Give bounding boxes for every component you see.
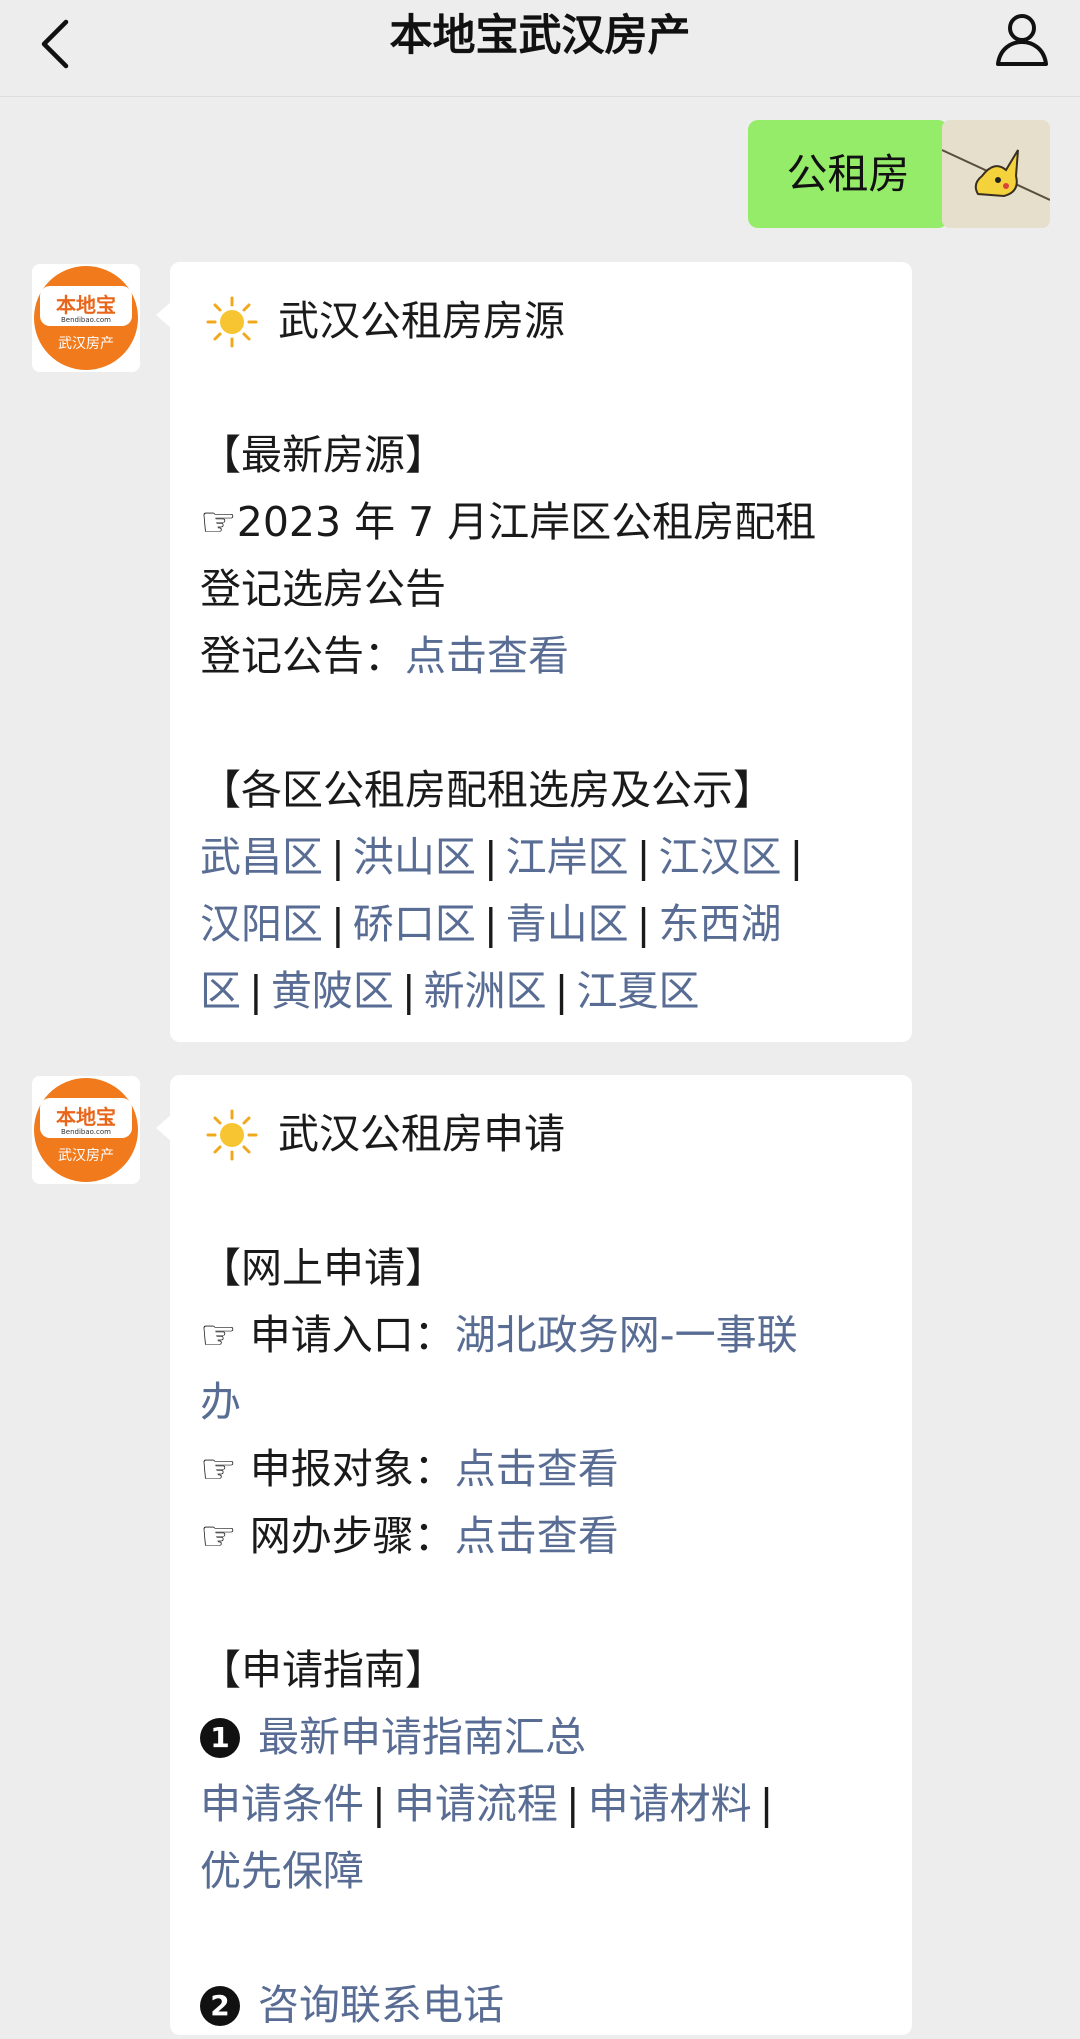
sun-icon [206, 1109, 258, 1160]
district-link-jianghan[interactable]: 江汉区 [658, 833, 781, 881]
steps-row: ☞ 网办步骤：点击查看 [200, 1503, 882, 1570]
contact-phone-link[interactable]: 咨询联系电话 [258, 1981, 504, 2029]
section-title: 【最新房源】 [200, 431, 446, 479]
svg-text:本地宝: 本地宝 [56, 293, 116, 317]
district-links-row-2: 汉阳区 | 硚口区 | 青山区 | 东西湖 [200, 900, 782, 948]
svg-text:Bendibao.com: Bendibao.com [61, 316, 111, 324]
bot-avatar[interactable]: 本地宝 Bendibao.com 武汉房产 [32, 264, 140, 372]
notice-link[interactable]: 点击查看 [405, 632, 569, 680]
section-title: 【各区公租房配租选房及公示】 [200, 766, 774, 814]
target-label: ☞ 申报对象： [200, 1445, 455, 1493]
person-icon [996, 14, 1048, 66]
section-title: 【申请指南】 [200, 1646, 446, 1694]
page-title: 本地宝武汉房产 [389, 11, 691, 61]
district-link-xinzhou[interactable]: 新洲区 [424, 967, 547, 1015]
svg-text:武汉房产: 武汉房产 [58, 336, 114, 352]
guide-link-materials[interactable]: 申请材料 [588, 1780, 752, 1828]
guide-link-conditions[interactable]: 申请条件 [200, 1780, 364, 1828]
district-links-row-3: 区 | 黄陂区 | 新洲区 | 江夏区 [200, 967, 700, 1015]
bot-avatar[interactable]: 本地宝 Bendibao.com 武汉房产 [32, 1076, 140, 1184]
district-link-huangpi[interactable]: 黄陂区 [271, 967, 394, 1015]
entry-link-cont[interactable]: 办 [200, 1378, 241, 1426]
guide-link-priority[interactable]: 优先保障 [200, 1847, 364, 1895]
target-link[interactable]: 点击查看 [455, 1445, 619, 1493]
guide-summary-link[interactable]: 最新申请指南汇总 [258, 1713, 586, 1761]
district-link-dongxihu-cont[interactable]: 区 [200, 967, 241, 1015]
section-title: 【网上申请】 [200, 1244, 446, 1292]
entry-link[interactable]: 湖北政务网-一事联 [455, 1311, 798, 1359]
bendibao-logo-icon: 本地宝 Bendibao.com 武汉房产 [32, 1076, 140, 1184]
target-row: ☞ 申报对象：点击查看 [200, 1436, 882, 1503]
steps-link[interactable]: 点击查看 [455, 1512, 619, 1560]
entry-label: ☞ 申请入口： [200, 1311, 455, 1359]
district-link-jiangan[interactable]: 江岸区 [506, 833, 629, 881]
guide-links-row: 申请条件 | 申请流程 | 申请材料 | [200, 1780, 774, 1828]
svg-text:本地宝: 本地宝 [56, 1105, 116, 1129]
notice-label: 登记公告： [200, 632, 405, 680]
district-link-hanyang[interactable]: 汉阳区 [200, 900, 323, 948]
card-title: 武汉公租房房源 [278, 297, 565, 345]
notice-row: 登记公告：点击查看 [200, 623, 882, 690]
pikachu-avatar-icon [942, 120, 1050, 228]
guide-link-process[interactable]: 申请流程 [394, 1780, 558, 1828]
number-two-icon: 2 [200, 1986, 240, 2026]
sent-message-bubble[interactable]: 公租房 [748, 120, 962, 228]
latest-notice-text: ☞2023 年 7 月江岸区公租房配租 [200, 498, 817, 546]
steps-label: ☞ 网办步骤： [200, 1512, 455, 1560]
card-heading: 武汉公租房申请 [200, 1101, 882, 1168]
district-link-hongshan[interactable]: 洪山区 [353, 833, 476, 881]
district-link-jiangxia[interactable]: 江夏区 [576, 967, 699, 1015]
card-housing-sources: 武汉公租房房源 【最新房源】 ☞2023 年 7 月江岸区公租房配租 登记选房公… [156, 262, 912, 1042]
guide-row-1: 1 最新申请指南汇总 [200, 1704, 882, 1771]
nav-bar: 本地宝武汉房产 [0, 0, 1080, 97]
entry-row-cont: 办 [200, 1369, 882, 1436]
user-avatar[interactable] [942, 120, 1050, 228]
guide-row-2: 2 咨询联系电话 [200, 1972, 882, 2039]
district-link-wuchang[interactable]: 武昌区 [200, 833, 323, 881]
card-title: 武汉公租房申请 [278, 1110, 565, 1158]
district-link-qingshan[interactable]: 青山区 [506, 900, 629, 948]
card-housing-application: 武汉公租房申请 【网上申请】 ☞ 申请入口：湖北政务网-一事联 办 ☞ 申报对象… [156, 1075, 912, 2035]
sun-icon [206, 296, 258, 347]
district-links-row-1: 武昌区 | 洪山区 | 江岸区 | 江汉区 | [200, 833, 804, 881]
entry-row: ☞ 申请入口：湖北政务网-一事联 [200, 1302, 882, 1369]
svg-text:武汉房产: 武汉房产 [58, 1148, 114, 1164]
latest-notice-text-cont: 登记选房公告 [200, 565, 446, 613]
card-heading: 武汉公租房房源 [200, 288, 882, 355]
profile-button[interactable] [990, 6, 1054, 70]
number-one-icon: 1 [200, 1718, 240, 1758]
district-link-dongxihu[interactable]: 东西湖 [658, 900, 781, 948]
district-link-qiaokou[interactable]: 硚口区 [353, 900, 476, 948]
svg-text:Bendibao.com: Bendibao.com [61, 1128, 111, 1136]
bendibao-logo-icon: 本地宝 Bendibao.com 武汉房产 [32, 264, 140, 372]
guide-links-row-2: 优先保障 [200, 1838, 882, 1905]
